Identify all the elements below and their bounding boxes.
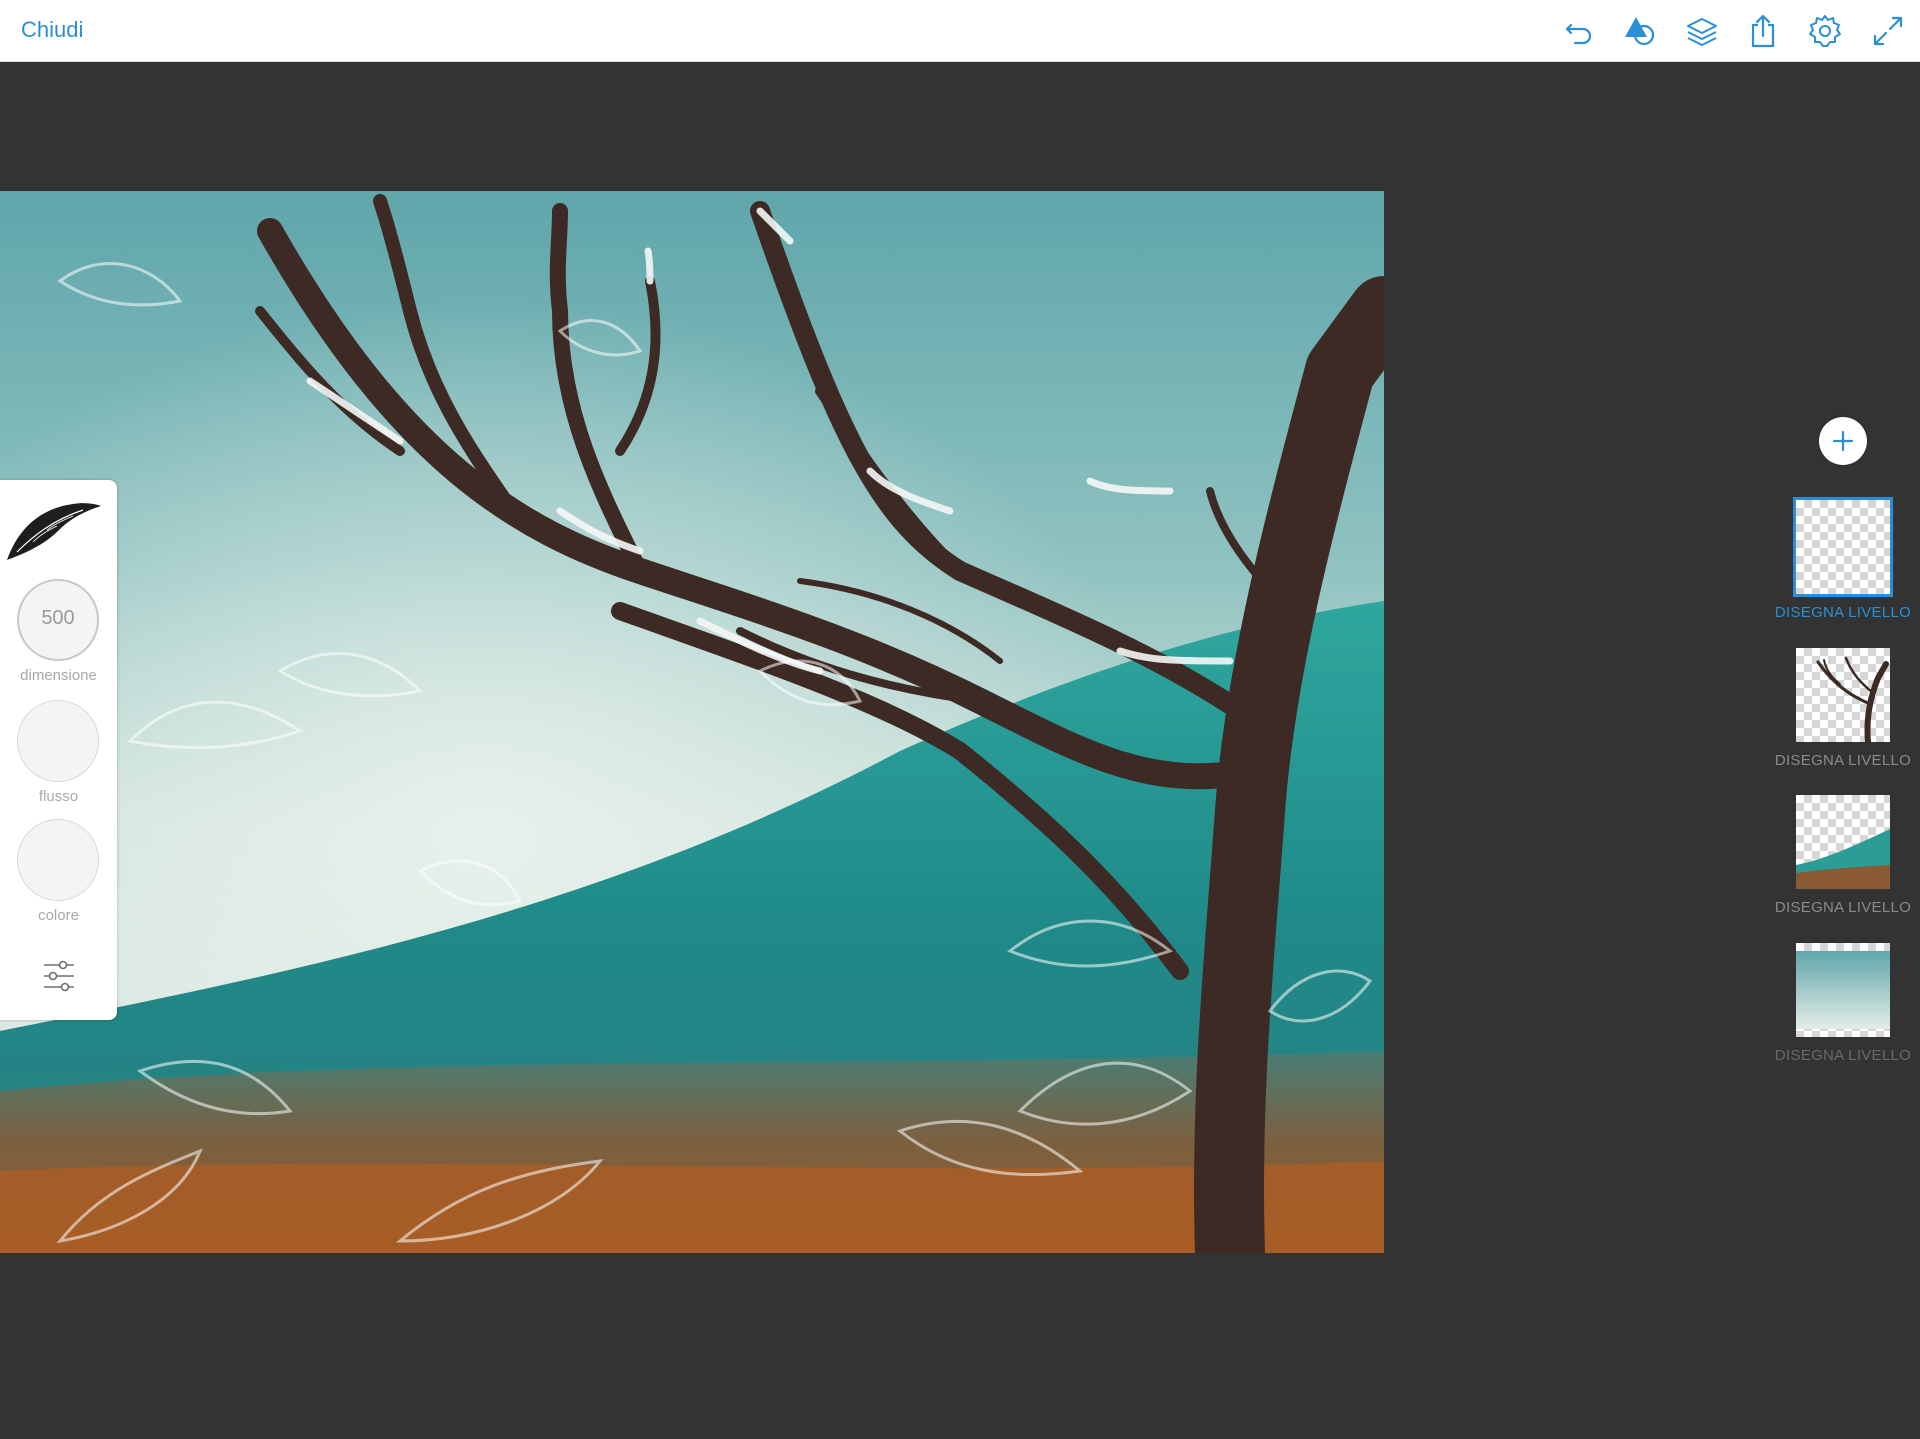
layer-label-4: DISEGNA LIVELLO [1774, 1047, 1912, 1064]
color-dial[interactable] [17, 819, 99, 901]
drawing-canvas[interactable] [0, 191, 1384, 1253]
layers-icon[interactable] [1684, 13, 1720, 49]
artwork-illustration [0, 191, 1384, 1253]
plus-icon [1832, 430, 1854, 452]
layer-thumbnail-1[interactable] [1793, 497, 1893, 597]
settings-icon[interactable] [1807, 13, 1843, 49]
layer-label-1: DISEGNA LIVELLO [1774, 604, 1912, 621]
color-label: colore [38, 907, 79, 924]
layer-label-3: DISEGNA LIVELLO [1774, 899, 1912, 916]
brush-settings-icon[interactable] [41, 958, 77, 994]
add-layer-button[interactable] [1819, 417, 1867, 465]
undo-icon[interactable] [1561, 13, 1597, 49]
flow-label: flusso [38, 788, 79, 805]
brush-preview[interactable] [3, 496, 103, 562]
brush-panel: 500 dimensione flusso colore [0, 480, 117, 1020]
share-icon[interactable] [1745, 13, 1781, 49]
layer-thumbnail-4[interactable] [1796, 943, 1890, 1037]
size-dial[interactable]: 500 [17, 579, 99, 661]
fullscreen-icon[interactable] [1870, 13, 1906, 49]
leaf-brush-icon [7, 503, 101, 560]
size-label: dimensione [20, 667, 97, 684]
close-button[interactable]: Chiudi [21, 17, 83, 43]
flow-dial[interactable] [17, 700, 99, 782]
layer-label-2: DISEGNA LIVELLO [1774, 752, 1912, 769]
size-value: 500 [41, 607, 75, 629]
top-toolbar: Chiudi [0, 0, 1920, 62]
shape-icon[interactable] [1622, 13, 1658, 49]
layer-thumbnail-2[interactable] [1796, 648, 1890, 742]
layer-thumbnail-3[interactable] [1796, 795, 1890, 889]
